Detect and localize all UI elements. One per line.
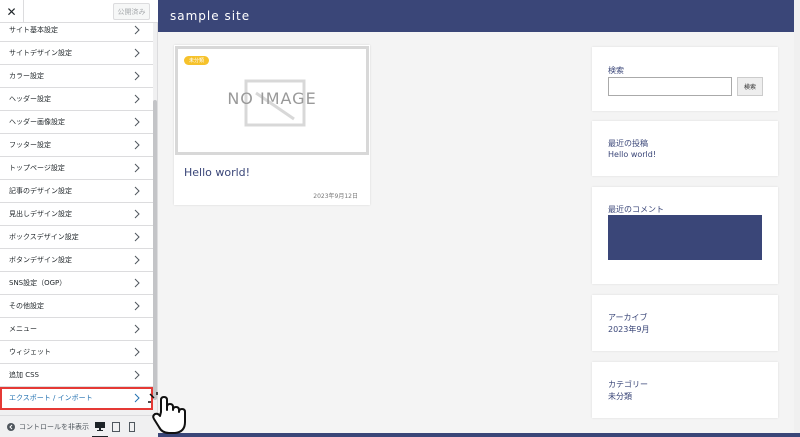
- post-title[interactable]: Hello world!: [184, 166, 250, 179]
- widget-heading: 検索: [608, 66, 624, 75]
- menu-item-menus[interactable]: メニュー: [0, 318, 153, 341]
- comments-placeholder: [608, 215, 762, 260]
- chevron-right-icon: [134, 209, 140, 219]
- preview-scrollbar[interactable]: [794, 0, 800, 437]
- categories-widget: カテゴリー 未分類: [592, 362, 778, 418]
- chevron-right-icon: [134, 117, 140, 127]
- widget-heading: カテゴリー: [608, 380, 648, 389]
- chevron-right-icon: [134, 301, 140, 311]
- close-button[interactable]: ✕: [0, 0, 24, 23]
- menu-item-label: トップページ設定: [9, 164, 65, 172]
- search-widget: 検索 検索: [592, 47, 778, 111]
- menu-item-label: フッター設定: [9, 141, 51, 149]
- chevron-right-icon: [134, 347, 140, 357]
- menu-item-label: 追加 CSS: [9, 371, 39, 379]
- sidebar-scrollbar[interactable]: [153, 100, 157, 400]
- menu-item-label: ウィジェット: [9, 348, 51, 356]
- menu-item-other[interactable]: その他設定: [0, 295, 153, 318]
- menu-item-header-image[interactable]: ヘッダー画像設定: [0, 111, 153, 134]
- archives-widget: アーカイブ 2023年9月: [592, 295, 778, 351]
- collapse-icon: [7, 422, 15, 431]
- chevron-right-icon: [134, 370, 140, 380]
- widget-heading: 最近の投稿: [608, 139, 648, 148]
- archive-link[interactable]: 2023年9月: [608, 324, 649, 335]
- site-preview: sample site NO IMAGE 未分類 Hello world! 20…: [158, 0, 800, 437]
- search-button[interactable]: 検索: [737, 77, 763, 96]
- post-date: 2023年9月12日: [313, 193, 358, 200]
- menu-item-widgets[interactable]: ウィジェット: [0, 341, 153, 364]
- tablet-preview-button[interactable]: [108, 416, 124, 437]
- search-input[interactable]: [608, 77, 732, 96]
- hide-controls-button[interactable]: コントロールを非表示: [0, 422, 92, 432]
- recent-posts-widget: 最近の投稿 Hello world!: [592, 121, 778, 176]
- chevron-right-icon: [134, 232, 140, 242]
- chevron-right-icon: [134, 25, 140, 35]
- menu-item-label: その他設定: [9, 302, 44, 310]
- widget-heading: 最近のコメント: [608, 205, 664, 214]
- desktop-preview-button[interactable]: [92, 416, 108, 437]
- site-footer-bar: [158, 433, 800, 437]
- customizer-menu: サイト基本設定 サイトデザイン設定 カラー設定 ヘッダー設定 ヘッダー画像設定 …: [0, 19, 153, 410]
- recent-post-link[interactable]: Hello world!: [608, 150, 656, 159]
- chevron-right-icon: [134, 140, 140, 150]
- menu-item-label: 記事のデザイン設定: [9, 187, 72, 195]
- site-title[interactable]: sample site: [170, 9, 250, 23]
- chevron-right-icon: [134, 94, 140, 104]
- menu-item-label: ボタンデザイン設定: [9, 256, 72, 264]
- chevron-right-icon: [134, 71, 140, 81]
- chevron-right-icon: [134, 324, 140, 334]
- close-icon: ✕: [6, 4, 17, 19]
- menu-item-site-design[interactable]: サイトデザイン設定: [0, 42, 153, 65]
- menu-item-button-design[interactable]: ボタンデザイン設定: [0, 249, 153, 272]
- site-header: sample site: [158, 0, 800, 32]
- post-thumbnail[interactable]: NO IMAGE 未分類: [175, 46, 369, 155]
- mobile-preview-button[interactable]: [124, 416, 140, 437]
- mobile-icon: [129, 421, 135, 432]
- menu-item-header[interactable]: ヘッダー設定: [0, 88, 153, 111]
- menu-item-label: 見出しデザイン設定: [9, 210, 72, 218]
- tablet-icon: [112, 421, 120, 432]
- chevron-right-icon: [134, 163, 140, 173]
- chevron-right-icon: [134, 255, 140, 265]
- chevron-right-icon: [134, 186, 140, 196]
- customizer-screen: サイト基本設定 サイトデザイン設定 カラー設定 ヘッダー設定 ヘッダー画像設定 …: [0, 0, 800, 437]
- menu-item-sns[interactable]: SNS設定（OGP）: [0, 272, 153, 295]
- chevron-right-icon: [134, 48, 140, 58]
- menu-item-article-design[interactable]: 記事のデザイン設定: [0, 180, 153, 203]
- menu-item-label: ヘッダー画像設定: [9, 118, 65, 126]
- menu-item-label: メニュー: [9, 325, 37, 333]
- menu-item-additional-css[interactable]: 追加 CSS: [0, 364, 153, 387]
- chevron-right-icon: [134, 393, 140, 403]
- menu-item-label: エクスポート / インポート: [9, 394, 93, 402]
- menu-item-label: ボックスデザイン設定: [9, 233, 79, 241]
- menu-item-heading-design[interactable]: 見出しデザイン設定: [0, 203, 153, 226]
- no-image-text: NO IMAGE: [227, 89, 317, 108]
- menu-item-label: カラー設定: [9, 72, 44, 80]
- menu-item-export-import[interactable]: エクスポート / インポート: [0, 387, 153, 410]
- menu-item-footer[interactable]: フッター設定: [0, 134, 153, 157]
- hand-pointer-icon: [148, 392, 186, 434]
- desktop-icon: [95, 422, 105, 431]
- post-card[interactable]: NO IMAGE 未分類 Hello world! 2023年9月12日: [174, 45, 370, 205]
- customizer-footer: コントロールを非表示: [0, 415, 158, 437]
- widget-heading: アーカイブ: [608, 313, 648, 322]
- hide-controls-label: コントロールを非表示: [19, 422, 89, 431]
- menu-item-box-design[interactable]: ボックスデザイン設定: [0, 226, 153, 249]
- menu-item-color[interactable]: カラー設定: [0, 65, 153, 88]
- chevron-right-icon: [134, 278, 140, 288]
- menu-item-top-page[interactable]: トップページ設定: [0, 157, 153, 180]
- menu-item-label: サイト基本設定: [9, 26, 58, 34]
- category-link[interactable]: 未分類: [608, 391, 632, 402]
- category-badge: 未分類: [184, 56, 210, 65]
- menu-item-label: ヘッダー設定: [9, 95, 51, 103]
- menu-item-label: SNS設定（OGP）: [9, 279, 67, 287]
- menu-item-label: サイトデザイン設定: [9, 49, 72, 57]
- customizer-sidebar: サイト基本設定 サイトデザイン設定 カラー設定 ヘッダー設定 ヘッダー画像設定 …: [0, 0, 158, 437]
- publish-button[interactable]: 公開済み: [113, 3, 150, 20]
- customizer-header: ✕ 公開済み: [0, 0, 158, 23]
- recent-comments-widget: 最近のコメント: [592, 187, 778, 284]
